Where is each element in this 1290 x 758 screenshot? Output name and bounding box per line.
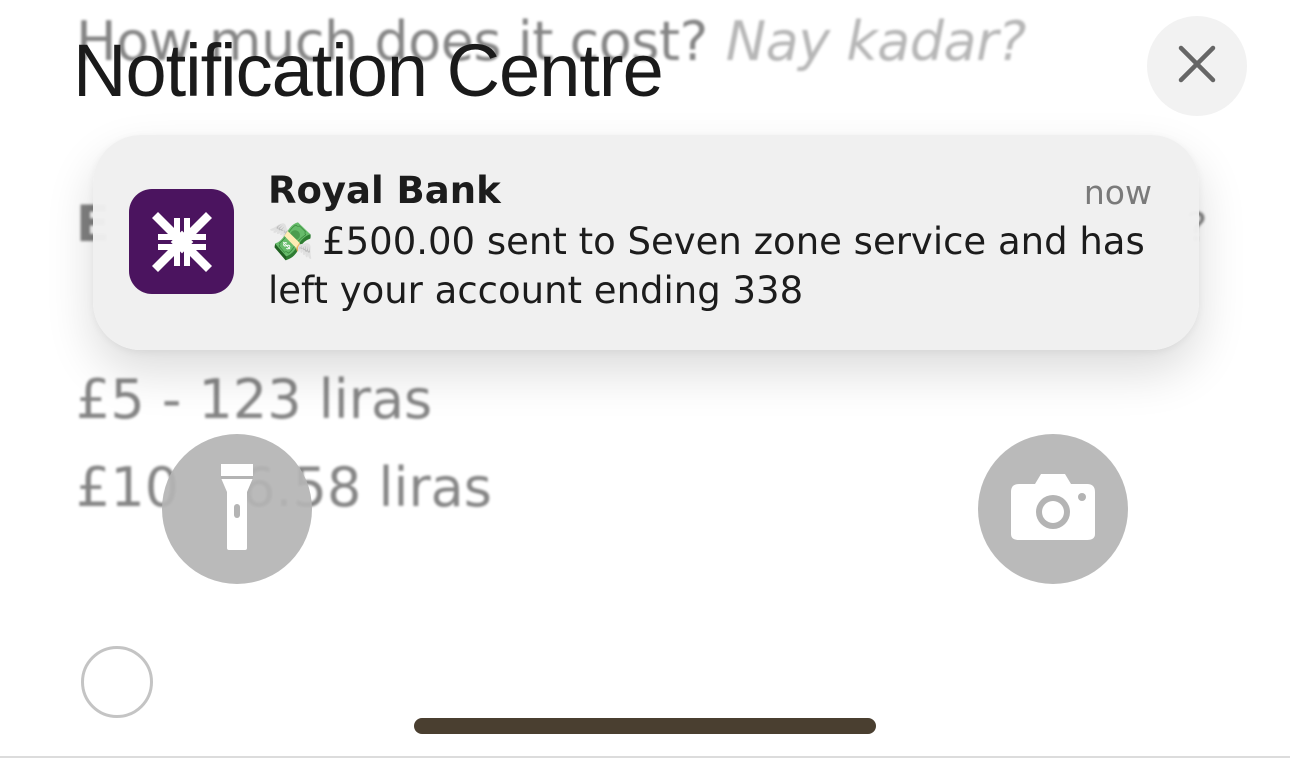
background-heading-italic: Nay kadar? xyxy=(725,10,1027,73)
lock-screen: How much does it cost?Nay kadar? E ? £5 … xyxy=(0,0,1290,758)
notification-centre-title: Notification Centre xyxy=(73,29,664,112)
flashlight-icon xyxy=(217,462,257,556)
money-with-wings-emoji-icon: 💸 xyxy=(268,220,315,263)
background-app-content: How much does it cost?Nay kadar? E ? £5 … xyxy=(0,0,1290,758)
home-indicator[interactable] xyxy=(414,718,876,734)
royal-bank-logo-icon xyxy=(129,189,234,294)
notification-card[interactable]: Royal Bank now 💸 £500.00 sent to Seven zo… xyxy=(93,135,1199,350)
flashlight-button[interactable] xyxy=(162,434,312,584)
close-button[interactable] xyxy=(1147,16,1247,116)
camera-icon xyxy=(1009,472,1097,546)
notification-time: now xyxy=(1083,173,1152,212)
background-price-line: £5 - 123 liras xyxy=(76,368,433,431)
notification-app-name: Royal Bank xyxy=(268,169,501,212)
notification-message: 💸 £500.00 sent to Seven zone service and … xyxy=(268,217,1148,315)
notification-message-text: £500.00 sent to Seven zone service and h… xyxy=(268,220,1145,312)
close-icon xyxy=(1178,45,1216,87)
camera-button[interactable] xyxy=(978,434,1128,584)
selection-circle[interactable] xyxy=(81,646,153,718)
